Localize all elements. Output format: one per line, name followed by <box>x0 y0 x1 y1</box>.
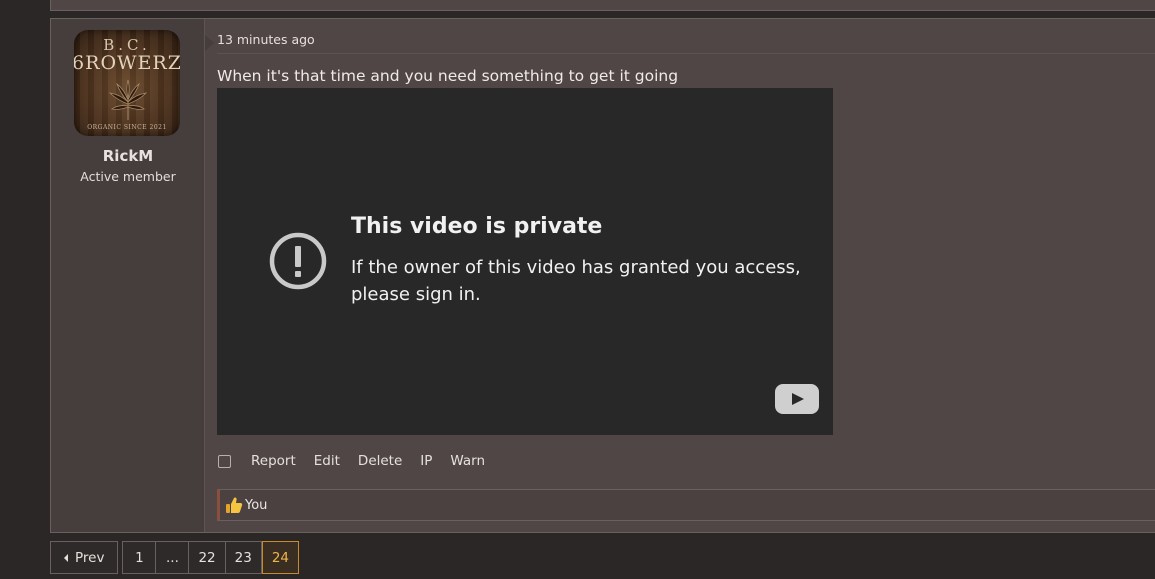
user-title: Active member <box>80 169 176 184</box>
video-private-title: This video is private <box>351 214 603 239</box>
avatar[interactable]: B.C. 6ROWERZ ORGANIC SINCE 2021 <box>74 30 180 136</box>
alert-circle-icon <box>269 232 327 290</box>
post-timestamp[interactable]: 13 minutes ago <box>217 32 315 47</box>
prev-page-button[interactable]: Prev <box>50 541 119 574</box>
post-header-divider <box>217 53 1155 54</box>
post-body-text: When it's that time and you need somethi… <box>217 67 679 85</box>
post-message: B.C. 6ROWERZ ORGANIC SINCE 2021 RickM Ac… <box>50 18 1155 533</box>
avatar-logo-line2: 6ROWERZ <box>74 52 180 74</box>
pagination: Prev 1 ... 22 23 24 <box>50 541 300 574</box>
thumbs-up-icon <box>226 497 243 513</box>
ip-link[interactable]: IP <box>420 453 432 469</box>
reactions-bar[interactable]: You <box>217 489 1155 521</box>
username[interactable]: RickM <box>51 147 205 165</box>
reaction-user-label[interactable]: You <box>245 498 267 513</box>
page-number-group: 1 ... 22 23 24 <box>122 541 300 574</box>
report-link[interactable]: Report <box>251 453 296 469</box>
prev-page-label: Prev <box>75 549 105 566</box>
delete-link[interactable]: Delete <box>358 453 402 469</box>
post-actions-bar: Report Edit Delete IP Warn <box>217 451 503 471</box>
video-private-message: If the owner of this video has granted y… <box>351 257 801 305</box>
select-post-checkbox[interactable] <box>218 454 231 468</box>
warn-link[interactable]: Warn <box>450 453 485 469</box>
page-link-22[interactable]: 22 <box>189 542 226 573</box>
cannabis-leaf-icon <box>108 79 148 120</box>
chevron-left-icon <box>64 553 68 562</box>
edit-link[interactable]: Edit <box>314 453 340 469</box>
page-ellipsis[interactable]: ... <box>156 542 190 573</box>
previous-post-edge <box>50 0 1155 11</box>
post-main-cell: 13 minutes ago When it's that time and y… <box>206 19 1155 532</box>
avatar-logo-line3: ORGANIC SINCE 2021 <box>87 124 167 131</box>
thread-page: B.C. 6ROWERZ ORGANIC SINCE 2021 RickM Ac… <box>0 0 1155 579</box>
youtube-logo-icon[interactable] <box>775 384 819 414</box>
post-user-cell: B.C. 6ROWERZ ORGANIC SINCE 2021 RickM Ac… <box>51 19 205 532</box>
page-link-1[interactable]: 1 <box>123 542 157 573</box>
page-link-23[interactable]: 23 <box>226 542 262 573</box>
page-link-current[interactable]: 24 <box>261 541 300 574</box>
embedded-video[interactable]: This video is private If the owner of th… <box>217 88 833 435</box>
